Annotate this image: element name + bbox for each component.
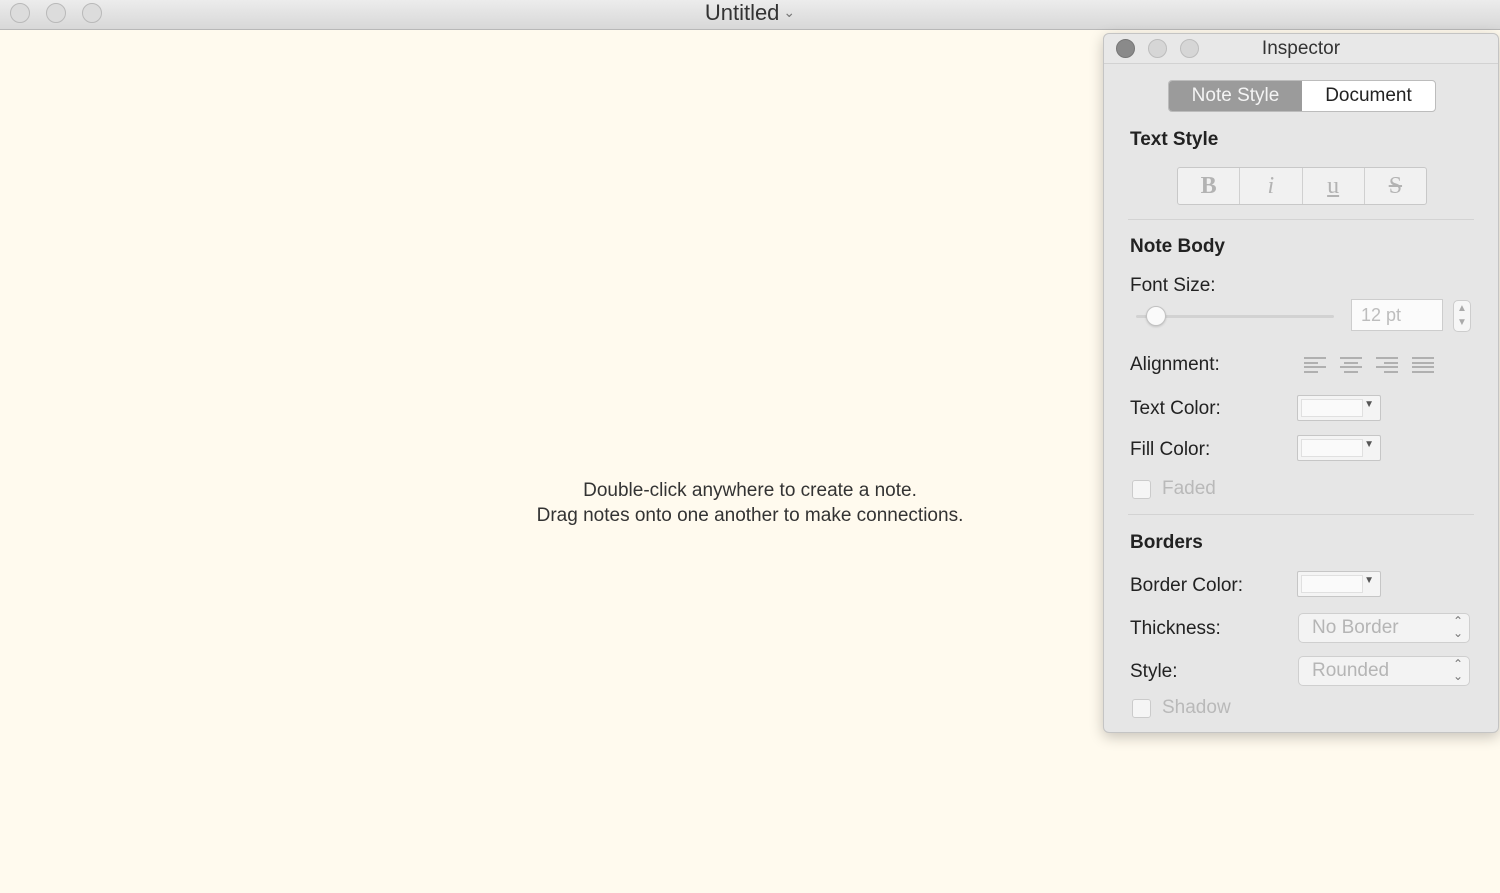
thickness-popup[interactable]: No Border ⌃ ⌄ [1298,613,1470,643]
window-title-text: Untitled [704,0,780,25]
text-style-heading: Text Style [1130,129,1219,150]
bold-button[interactable]: B [1178,168,1241,204]
border-color-swatch [1301,575,1363,593]
alignment-label: Alignment: [1130,354,1220,375]
divider [1128,219,1474,220]
canvas-hint-line-1: Double-click anywhere to create a note. [583,480,917,501]
fill-color-swatch [1301,439,1363,457]
note-body-heading: Note Body [1130,236,1225,257]
borders-heading: Borders [1130,532,1203,553]
text-color-label: Text Color: [1130,398,1221,419]
fill-color-label: Fill Color: [1130,439,1211,460]
border-color-label: Border Color: [1130,575,1243,596]
style-value: Rounded [1312,660,1390,681]
alignment-buttons [1304,355,1434,375]
border-color-well[interactable]: ▼ [1297,571,1381,597]
dropdown-arrow-icon: ▼ [1364,399,1374,410]
underline-button[interactable]: u [1303,168,1365,204]
canvas-hint-line-2: Drag notes onto one another to make conn… [536,505,964,526]
text-color-well[interactable]: ▼ [1297,395,1381,421]
inspector-titlebar: Inspector [1104,34,1498,64]
style-popup[interactable]: Rounded ⌃ ⌄ [1298,656,1470,686]
fill-color-well[interactable]: ▼ [1297,435,1381,461]
align-left-icon[interactable] [1304,355,1326,375]
text-style-buttons: B i u S [1177,167,1427,205]
font-size-label: Font Size: [1130,275,1216,296]
align-center-icon[interactable] [1340,355,1362,375]
font-size-slider-knob[interactable] [1146,306,1166,326]
inspector-tab-control: Note Style Document [1168,80,1436,112]
faded-label: Faded [1162,478,1216,499]
text-color-swatch [1301,399,1363,417]
italic-button[interactable]: i [1240,168,1303,204]
shadow-label: Shadow [1162,697,1231,718]
dropdown-arrow-icon: ▼ [1364,575,1374,586]
align-right-icon[interactable] [1376,355,1398,375]
style-label: Style: [1130,661,1178,682]
up-down-chevron-icon: ⌃ ⌄ [1452,614,1463,640]
align-justify-icon[interactable] [1412,355,1434,375]
divider [1128,514,1474,515]
font-size-stepper[interactable]: ▲ ▼ [1453,300,1471,332]
shadow-checkbox[interactable] [1132,699,1151,718]
inspector-title: Inspector [1261,38,1341,59]
up-down-chevron-icon: ⌃ ⌄ [1452,657,1463,683]
thickness-value: No Border [1312,617,1399,638]
tab-document[interactable]: Document [1302,81,1435,111]
inspector-panel: Inspector Note Style Document Text Style… [1103,33,1499,733]
strikethrough-button[interactable]: S [1365,168,1426,204]
thickness-label: Thickness: [1130,618,1221,639]
chevron-down-icon: ⌄ [783,4,796,20]
dropdown-arrow-icon: ▼ [1364,439,1374,450]
font-size-field[interactable]: 12 pt [1351,299,1443,331]
window-titlebar: Untitled ⌄ [0,0,1500,30]
faded-checkbox[interactable] [1132,480,1151,499]
window-title[interactable]: Untitled ⌄ [0,0,1500,26]
tab-note-style[interactable]: Note Style [1169,81,1302,111]
